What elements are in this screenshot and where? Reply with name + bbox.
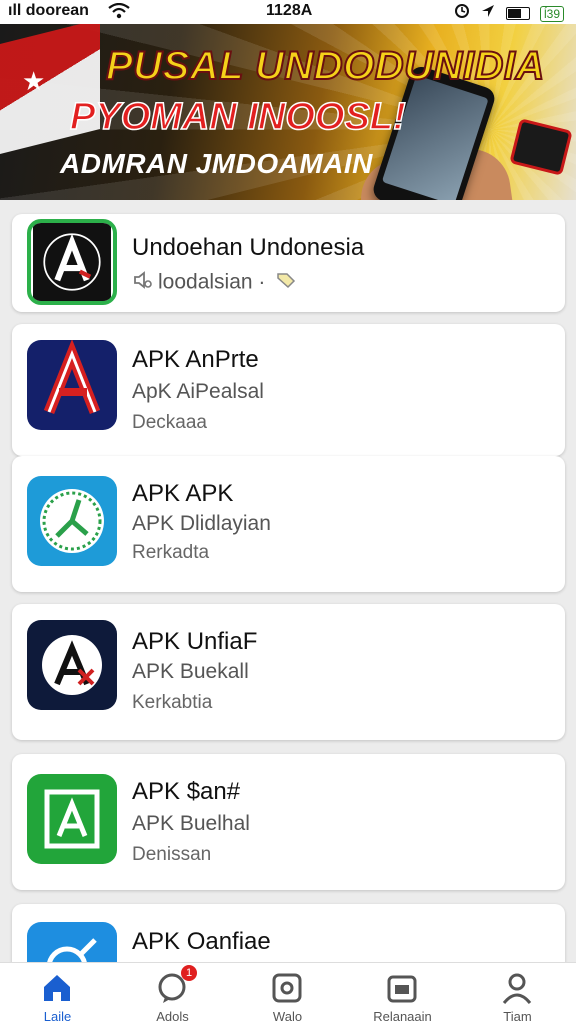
tab-label: Walo <box>272 1009 303 1024</box>
tab-label: Laile <box>43 1009 72 1024</box>
app-subtitle: APK Buelhal <box>132 812 250 835</box>
app-subtitle: loodalsian · <box>132 270 297 296</box>
tab-label: Relanaain <box>373 1009 432 1024</box>
tag-icon <box>275 270 297 296</box>
app-icon <box>27 219 117 305</box>
tab-chat[interactable]: 1 Adols <box>115 963 230 1025</box>
banner-headline: PUSAL UNDODUNIDIA <box>105 43 545 89</box>
app-icon <box>27 774 117 864</box>
banner-tagline: ADMRAN JMDOAMAIN <box>60 148 373 179</box>
app-subtitle: ApK AiPealsal <box>132 380 264 403</box>
tab-label: Adols <box>156 1009 189 1024</box>
app-subtitle: APK Buekall <box>132 660 249 683</box>
profile-icon <box>502 973 532 1004</box>
app-icon <box>27 476 117 566</box>
app-card[interactable]: APK AnPrte ApK AiPealsal Deckaaa <box>12 324 565 456</box>
status-icons: ĺ39 <box>454 3 564 24</box>
inbox-icon <box>387 975 417 1003</box>
app-icon <box>27 340 117 430</box>
tab-profile[interactable]: Tiam <box>460 963 575 1025</box>
battery-icon <box>505 7 530 20</box>
app-card[interactable]: APK $an# APK Buelhal Denissan <box>12 754 565 890</box>
clock: 1128A <box>266 2 313 19</box>
app-title: APK UnfiaF <box>132 628 258 655</box>
app-meta: Kerkabtia <box>132 692 213 713</box>
tab-home[interactable]: Laile <box>0 963 115 1025</box>
app-meta: Denissan <box>132 844 212 865</box>
banner-subheadline: PYOMAN INOOSL! <box>69 95 406 139</box>
status-bar: ıll doorean 1128A ĺ39 <box>0 0 576 24</box>
carrier-label: ıll doorean <box>8 2 89 19</box>
app-subtitle-text: loodalsian · <box>158 270 266 294</box>
bottom-tab-bar: Laile 1 Adols Walo Relanaain Tiam <box>0 962 576 1025</box>
notification-badge: 1 <box>181 965 197 981</box>
app-meta: Rerkadta <box>132 542 210 563</box>
app-subtitle: APK Dlidlayian <box>132 512 271 535</box>
alarm-icon <box>454 3 470 24</box>
promo-banner[interactable]: ★ PUSAL UNDODUNIDIA PYOMAN INOOSL! ADMRA… <box>0 24 576 200</box>
app-icon <box>27 620 117 710</box>
location-icon <box>480 3 496 24</box>
tab-label: Tiam <box>503 1009 532 1024</box>
tab-inbox[interactable]: Relanaain <box>345 963 460 1025</box>
home-icon <box>44 975 70 1001</box>
app-title: APK Oanfiae <box>132 928 271 955</box>
app-title: APK APK <box>132 480 234 507</box>
app-card[interactable]: APK APK APK Dlidlayian Rerkadta <box>12 456 565 592</box>
app-card[interactable]: Undoehan Undonesia loodalsian · <box>12 214 565 312</box>
app-card[interactable]: APK UnfiaF APK Buekall Kerkabtia <box>12 604 565 740</box>
app-meta: Deckaaa <box>132 412 207 433</box>
wifi-icon <box>108 2 130 24</box>
battery-level: ĺ39 <box>539 5 564 22</box>
app-title: Undoehan Undonesia <box>132 234 365 261</box>
tab-apps[interactable]: Walo <box>230 963 345 1025</box>
app-title: APK $an# <box>132 778 241 805</box>
app-title: APK AnPrte <box>132 346 259 373</box>
speaker-icon <box>132 270 154 296</box>
star-icon: ★ <box>22 66 46 96</box>
apps-icon <box>272 973 302 1003</box>
